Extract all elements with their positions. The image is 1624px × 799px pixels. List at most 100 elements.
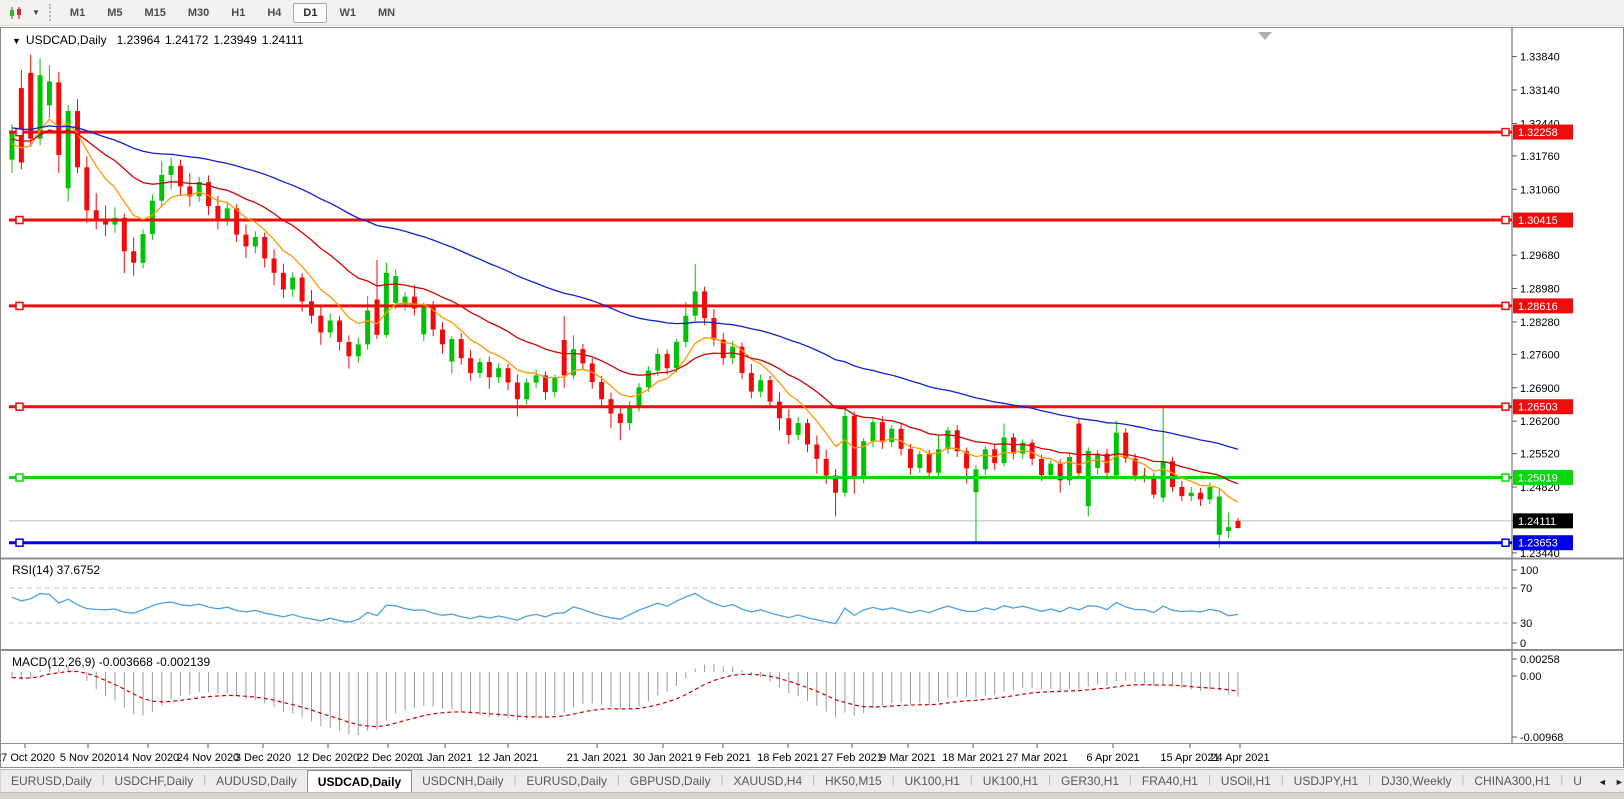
timeframe-toolbar: ▼ M1M5M15M30H1H4D1W1MN	[0, 0, 1624, 26]
price-tick-label: 1.33840	[1520, 52, 1560, 64]
candle-body	[440, 330, 445, 345]
candlestick-chart-icon[interactable]	[5, 4, 27, 22]
chart-canvas[interactable]: 1.338401.331401.324401.317601.310601.303…	[0, 0, 1624, 799]
candle-body	[1189, 493, 1194, 496]
date-tick-label: 27 Feb 2021	[821, 752, 883, 764]
candle-body	[674, 342, 679, 368]
candle-body	[899, 429, 904, 449]
tab-uk100-h1[interactable]: UK100,H1	[973, 770, 1048, 793]
date-tick-label: 6 Apr 2021	[1086, 752, 1139, 764]
tab-usoil-h1[interactable]: USOil,H1	[1211, 770, 1281, 793]
timeframe-button-w1[interactable]: W1	[329, 3, 366, 23]
line-drag-handle[interactable]	[1502, 474, 1509, 481]
tab-xauusd-h4[interactable]: XAUUSD,H4	[723, 770, 812, 793]
tab-eurusd-daily[interactable]: EURUSD,Daily	[1, 770, 102, 793]
timeframe-button-h4[interactable]: H4	[257, 3, 291, 23]
candle-body	[393, 276, 398, 303]
timeframe-button-h1[interactable]: H1	[221, 3, 255, 23]
candle-body	[552, 378, 557, 392]
candle-body	[880, 422, 885, 442]
tab-audusd-daily[interactable]: AUDUSD,Daily	[206, 770, 307, 793]
chart-type-dropdown-arrow-icon[interactable]: ▼	[28, 6, 44, 19]
candle-body	[758, 380, 763, 391]
timeframe-button-m5[interactable]: M5	[97, 3, 132, 23]
price-level-badge-label: 1.24111	[1518, 516, 1556, 528]
macd-indicator-label: MACD(12,26,9) -0.003668 -0.002139	[12, 655, 210, 669]
candle-body	[421, 306, 426, 334]
candle-body	[824, 459, 829, 476]
candle-body	[1179, 487, 1184, 496]
candle-body	[169, 166, 174, 175]
price-tick-label: 1.31060	[1520, 184, 1560, 196]
tab-usdchf-daily[interactable]: USDCHF,Daily	[105, 770, 204, 793]
date-tick-label: 27 Mar 2021	[1006, 752, 1068, 764]
candle-body	[243, 235, 248, 247]
candle-body	[84, 167, 89, 210]
candle-body	[215, 206, 220, 220]
candle-body	[627, 406, 632, 423]
candle-body	[449, 339, 454, 361]
candle-body	[346, 342, 351, 356]
tab-scroll-right-icon[interactable]: ►	[1615, 777, 1624, 787]
line-drag-handle[interactable]	[16, 474, 23, 481]
candle-body	[917, 454, 922, 468]
candle-body	[75, 111, 80, 167]
tab-scroll-nav: ◄ ►	[1592, 770, 1624, 793]
tab-dj30-weekly[interactable]: DJ30,Weekly	[1371, 770, 1461, 793]
date-tick-label: 12 Dec 2020	[297, 752, 359, 764]
tab-scroll-left-icon[interactable]: ◄	[1598, 777, 1607, 787]
tab-u[interactable]: U	[1563, 770, 1592, 793]
timeframe-button-m1[interactable]: M1	[60, 3, 95, 23]
price-tick-label: 1.26900	[1520, 383, 1560, 395]
candle-body	[459, 339, 464, 358]
candle-body	[253, 237, 258, 247]
timeframe-button-d1[interactable]: D1	[293, 3, 327, 23]
tab-usdcad-daily[interactable]: USDCAD,Daily	[307, 770, 412, 793]
candle-body	[814, 445, 819, 459]
timeframe-button-m15[interactable]: M15	[134, 3, 175, 23]
timeframe-buttons: M1M5M15M30H1H4D1W1MN	[59, 3, 406, 23]
tab-ger30-h1[interactable]: GER30,H1	[1051, 770, 1129, 793]
line-drag-handle[interactable]	[1502, 403, 1509, 410]
price-tick-label: 1.29680	[1520, 250, 1560, 262]
tab-fra40-h1[interactable]: FRA40,H1	[1132, 770, 1208, 793]
date-tick-label: 27 Oct 2020	[0, 752, 55, 764]
price-tick-label: 1.31760	[1520, 151, 1560, 163]
tab-eurusd-daily[interactable]: EURUSD,Daily	[516, 770, 617, 793]
price-level-badge-label: 1.23653	[1518, 538, 1558, 550]
candle-body	[19, 88, 24, 162]
candle-body	[1207, 487, 1212, 499]
line-drag-handle[interactable]	[16, 217, 23, 224]
tab-china300-h1[interactable]: CHINA300,H1	[1464, 770, 1560, 793]
line-drag-handle[interactable]	[1502, 217, 1509, 224]
timeframe-button-mn[interactable]: MN	[368, 3, 405, 23]
timeframe-button-m30[interactable]: M30	[178, 3, 219, 23]
line-drag-handle[interactable]	[1502, 129, 1509, 136]
line-drag-handle[interactable]	[16, 539, 23, 546]
candle-body	[309, 301, 314, 315]
candle-body	[683, 316, 688, 342]
status-strip	[0, 792, 1624, 799]
date-tick-label: 9 Mar 2021	[880, 752, 936, 764]
candle-body	[290, 278, 295, 290]
line-drag-handle[interactable]	[16, 302, 23, 309]
tab-usdcnh-daily[interactable]: USDCNH,Daily	[412, 770, 513, 793]
tab-hk50-m15[interactable]: HK50,M15	[815, 770, 892, 793]
line-drag-handle[interactable]	[16, 403, 23, 410]
chart-tab-bar: EURUSD,Daily|USDCHF,Daily|AUDUSD,DailyUS…	[0, 769, 1624, 793]
tab-gbpusd-daily[interactable]: GBPUSD,Daily	[620, 770, 721, 793]
symbol-dropdown-arrow-icon[interactable]: ▼	[12, 36, 21, 46]
date-tick-label: 24 Nov 2020	[177, 752, 239, 764]
rsi-tick-label: 70	[1520, 583, 1532, 595]
candle-body	[1039, 459, 1044, 475]
line-drag-handle[interactable]	[1502, 539, 1509, 546]
price-tick-label: 1.26200	[1520, 416, 1560, 428]
candle-body	[889, 429, 894, 442]
tab-uk100-h1[interactable]: UK100,H1	[895, 770, 970, 793]
candle-body	[1217, 497, 1222, 535]
tab-usdjpy-h1[interactable]: USDJPY,H1	[1284, 770, 1368, 793]
candle-body	[56, 82, 61, 155]
candle-body	[281, 273, 286, 290]
candle-body	[945, 430, 950, 449]
line-drag-handle[interactable]	[1502, 302, 1509, 309]
